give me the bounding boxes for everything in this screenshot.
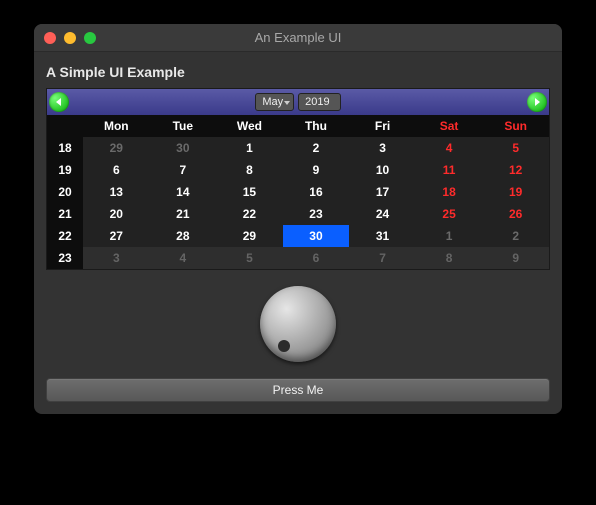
week-number: 18: [47, 137, 83, 159]
calendar-day[interactable]: 14: [150, 181, 217, 203]
button-label: Press Me: [273, 383, 324, 397]
calendar-day[interactable]: 21: [150, 203, 217, 225]
calendar-day[interactable]: 4: [416, 137, 483, 159]
close-icon[interactable]: [44, 32, 56, 44]
calendar-day[interactable]: 3: [349, 137, 416, 159]
weekday-header: Tue: [150, 115, 217, 137]
weekday-header: Sun: [482, 115, 549, 137]
calendar-day[interactable]: 23: [283, 203, 350, 225]
calendar-day[interactable]: 28: [150, 225, 217, 247]
rotary-dial[interactable]: [260, 286, 336, 362]
arrow-right-icon: [532, 97, 542, 107]
week-number-header: [47, 115, 83, 137]
week-number: 21: [47, 203, 83, 225]
calendar-day[interactable]: 1: [416, 225, 483, 247]
titlebar[interactable]: An Example UI: [34, 24, 562, 52]
calendar-day[interactable]: 30: [150, 137, 217, 159]
prev-month-button[interactable]: [49, 92, 69, 112]
calendar-widget: May 2019 Mon Tue Wed: [46, 88, 550, 270]
weekday-header-row: Mon Tue Wed Thu Fri Sat Sun: [47, 115, 549, 137]
next-month-button[interactable]: [527, 92, 547, 112]
weekday-header: Mon: [83, 115, 150, 137]
calendar-day[interactable]: 30: [283, 225, 350, 247]
month-year-picker: May 2019: [255, 93, 340, 111]
week-number: 23: [47, 247, 83, 269]
calendar-day[interactable]: 24: [349, 203, 416, 225]
calendar-day[interactable]: 6: [283, 247, 350, 269]
calendar-day[interactable]: 29: [83, 137, 150, 159]
month-select[interactable]: May: [255, 93, 294, 111]
calendar-row: 233456789: [47, 247, 549, 269]
press-me-button[interactable]: Press Me: [46, 378, 550, 402]
calendar-day[interactable]: 29: [216, 225, 283, 247]
weekday-header: Thu: [283, 115, 350, 137]
calendar-day[interactable]: 2: [482, 225, 549, 247]
app-window: An Example UI A Simple UI Example May 20…: [34, 24, 562, 414]
window-controls: [34, 32, 96, 44]
zoom-icon[interactable]: [84, 32, 96, 44]
calendar-day[interactable]: 16: [283, 181, 350, 203]
weekday-header: Sat: [416, 115, 483, 137]
calendar-row: 22272829303112: [47, 225, 549, 247]
calendar-day[interactable]: 27: [83, 225, 150, 247]
minimize-icon[interactable]: [64, 32, 76, 44]
window-title: An Example UI: [34, 30, 562, 45]
calendar-header: May 2019: [47, 89, 549, 115]
month-value: May: [262, 96, 283, 108]
arrow-left-icon: [54, 97, 64, 107]
calendar-day[interactable]: 20: [83, 203, 150, 225]
calendar-day[interactable]: 11: [416, 159, 483, 181]
calendar-day[interactable]: 19: [482, 181, 549, 203]
calendar-day[interactable]: 8: [216, 159, 283, 181]
calendar-day[interactable]: 2: [283, 137, 350, 159]
calendar-day[interactable]: 12: [482, 159, 549, 181]
calendar-day[interactable]: 25: [416, 203, 483, 225]
year-spinbox[interactable]: 2019: [298, 93, 340, 111]
calendar-day[interactable]: 15: [216, 181, 283, 203]
calendar-day[interactable]: 9: [482, 247, 549, 269]
weekday-header: Wed: [216, 115, 283, 137]
calendar-day[interactable]: 9: [283, 159, 350, 181]
calendar-day[interactable]: 31: [349, 225, 416, 247]
calendar-day[interactable]: 4: [150, 247, 217, 269]
calendar-day[interactable]: 17: [349, 181, 416, 203]
weekday-header: Fri: [349, 115, 416, 137]
calendar-row: 18293012345: [47, 137, 549, 159]
calendar-day[interactable]: 22: [216, 203, 283, 225]
calendar-day[interactable]: 8: [416, 247, 483, 269]
calendar-day[interactable]: 1: [216, 137, 283, 159]
week-number: 19: [47, 159, 83, 181]
week-number: 22: [47, 225, 83, 247]
calendar-day[interactable]: 26: [482, 203, 549, 225]
dial-container: [46, 270, 550, 378]
content-area: A Simple UI Example May 2019: [34, 52, 562, 414]
calendar-day[interactable]: 5: [482, 137, 549, 159]
page-title: A Simple UI Example: [46, 64, 550, 80]
calendar-day[interactable]: 18: [416, 181, 483, 203]
calendar-day[interactable]: 7: [349, 247, 416, 269]
dial-indicator-icon: [278, 340, 290, 352]
calendar-day[interactable]: 3: [83, 247, 150, 269]
calendar-row: 2120212223242526: [47, 203, 549, 225]
week-number: 20: [47, 181, 83, 203]
calendar-day[interactable]: 7: [150, 159, 217, 181]
calendar-grid: Mon Tue Wed Thu Fri Sat Sun 182930123451…: [47, 115, 549, 269]
calendar-row: 2013141516171819: [47, 181, 549, 203]
calendar-day[interactable]: 5: [216, 247, 283, 269]
calendar-day[interactable]: 6: [83, 159, 150, 181]
calendar-day[interactable]: 10: [349, 159, 416, 181]
calendar-day[interactable]: 13: [83, 181, 150, 203]
year-value: 2019: [305, 96, 329, 108]
calendar-row: 196789101112: [47, 159, 549, 181]
